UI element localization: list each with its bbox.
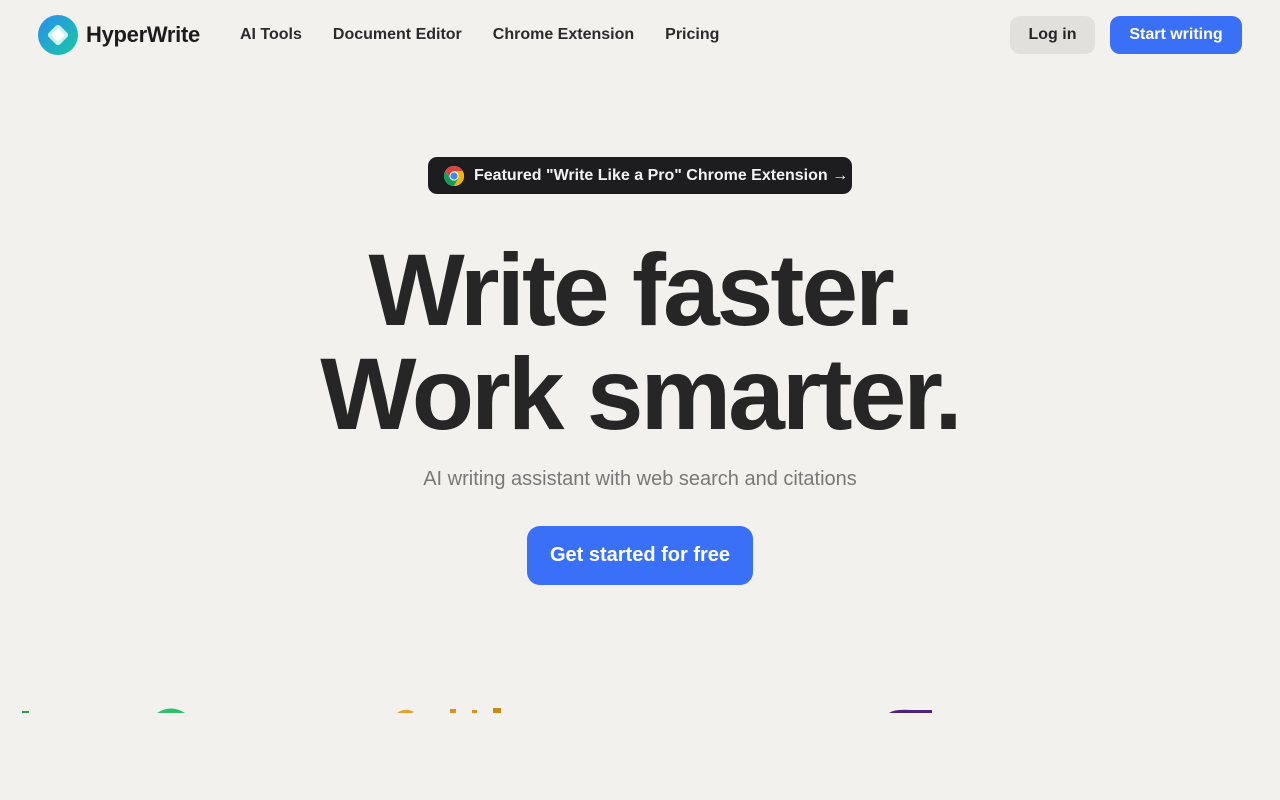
nav-link-pricing[interactable]: Pricing xyxy=(665,26,719,44)
partner-logo-fragment xyxy=(889,709,932,713)
hero-subtitle: AI writing assistant with web search and… xyxy=(423,468,857,490)
brand-home-link[interactable]: HyperWrite xyxy=(38,15,200,55)
partner-logo-fragment xyxy=(450,709,456,713)
partner-logo-fragment xyxy=(22,711,29,713)
chrome-icon xyxy=(444,165,464,186)
featured-extension-banner[interactable]: Featured "Write Like a Pro" Chrome Exten… xyxy=(428,157,852,194)
hero-headline: Write faster. Work smarter. xyxy=(0,238,1280,446)
hyperwrite-logo-icon xyxy=(38,15,78,55)
hero-headline-line-2: Work smarter. xyxy=(320,337,962,451)
nav-link-ai-tools[interactable]: AI Tools xyxy=(240,26,302,44)
get-started-button[interactable]: Get started for free xyxy=(527,526,753,585)
brand-name: HyperWrite xyxy=(86,22,200,47)
hero-headline-line-1: Write faster. xyxy=(368,233,914,347)
start-writing-button[interactable]: Start writing xyxy=(1110,16,1242,54)
partner-logo-fragment xyxy=(493,708,501,713)
partner-logo-strip xyxy=(0,700,1280,713)
top-navigation: HyperWrite AI Tools Document Editor Chro… xyxy=(0,0,1280,70)
featured-banner-text: Featured "Write Like a Pro" Chrome Exten… xyxy=(474,166,849,184)
primary-nav: AI Tools Document Editor Chrome Extensio… xyxy=(240,26,750,44)
nav-link-document-editor[interactable]: Document Editor xyxy=(333,26,462,44)
partner-logo-fragment xyxy=(157,708,185,713)
nav-link-chrome-extension[interactable]: Chrome Extension xyxy=(493,26,634,44)
partner-logo-fragment xyxy=(472,710,477,713)
login-button[interactable]: Log in xyxy=(1010,16,1095,54)
nav-actions: Log in Start writing xyxy=(1010,16,1242,54)
partner-logo-fragment xyxy=(397,709,414,713)
